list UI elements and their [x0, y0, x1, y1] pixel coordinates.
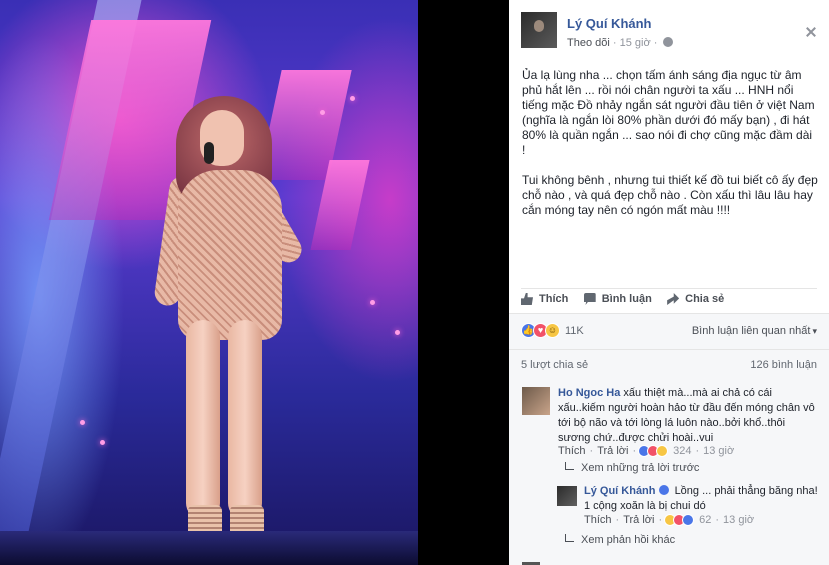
close-icon[interactable] — [805, 26, 817, 38]
comment-text: Ho Ngoc Ha xấu thiệt mà...mà ai chả có c… — [558, 386, 820, 446]
share-button[interactable]: Chia sẻ — [667, 293, 724, 305]
reply-reply-link[interactable]: Trả lời — [623, 514, 654, 526]
commenter-avatar[interactable] — [522, 387, 550, 415]
share-count[interactable]: 5 lượt chia sẻ — [521, 359, 588, 371]
sort-label: Bình luận liên quan nhất — [691, 325, 811, 337]
separator: · — [658, 514, 663, 526]
sparkle — [80, 420, 85, 425]
post-header: Lý Quí Khánh Theo dõi · 15 giờ · — [521, 12, 821, 54]
post-actions: Thích Bình luận Chia sẻ — [521, 288, 817, 312]
microphone-icon — [204, 142, 214, 164]
reply-meta: Thích · Trả lời · 62 · 13 giờ — [584, 514, 754, 526]
thumbs-up-icon — [521, 293, 533, 305]
singer-outfit — [178, 170, 282, 340]
like-reaction-icon — [682, 514, 695, 526]
sparkle — [320, 110, 325, 115]
view-more-replies-link[interactable]: Xem phản hồi khác — [565, 534, 675, 546]
author-avatar[interactable] — [521, 12, 557, 48]
separator: · — [589, 445, 594, 457]
sparkle — [100, 440, 105, 445]
post-time[interactable]: 15 giờ — [620, 37, 651, 49]
comment-like-link[interactable]: Thích — [558, 445, 586, 457]
share-icon — [667, 293, 680, 305]
comment-reaction-count: 324 — [673, 445, 692, 457]
stage-floor — [0, 531, 418, 565]
reactions-summary: 👍 ♥ ☺ 11K Bình luận liên quan nhất ▾ — [509, 313, 829, 349]
comments-section: Ho Ngoc Ha xấu thiệt mà...mà ai chả có c… — [509, 379, 829, 565]
singer-leg — [186, 320, 220, 520]
comment-reactions[interactable] — [638, 445, 669, 457]
haha-reaction-icon — [656, 445, 669, 457]
reply-reactions[interactable] — [664, 514, 695, 526]
comment-count[interactable]: 126 bình luận — [750, 359, 817, 371]
view-earlier-replies-label: Xem những trả lời trước — [581, 462, 700, 474]
reply-author-name[interactable]: Lý Quí Khánh — [584, 485, 656, 497]
like-label: Thích — [539, 293, 569, 305]
separator: · — [715, 514, 720, 526]
comment-button[interactable]: Bình luận — [583, 293, 652, 305]
separator: · — [612, 37, 620, 49]
share-label: Chia sẻ — [685, 293, 725, 305]
sparkle — [395, 330, 400, 335]
avatar-figure — [534, 20, 544, 32]
like-button[interactable]: Thích — [521, 293, 568, 305]
post-photo[interactable] — [0, 0, 418, 565]
comment-reply-link[interactable]: Trả lời — [597, 445, 628, 457]
comment-icon — [583, 293, 596, 305]
follow-button[interactable]: Theo dõi — [567, 37, 610, 49]
comment-sort-dropdown[interactable]: Bình luận liên quan nhất ▾ — [692, 325, 817, 337]
reactions-bar[interactable]: 👍 ♥ ☺ 11K — [521, 323, 584, 338]
reply-text: Lý Quí Khánh Lồng ... phải thẳng băng nh… — [584, 484, 820, 514]
post-paragraph: Ủa lạ lùng nha ... chọn tấm ánh sáng địa… — [522, 68, 815, 157]
reply-time[interactable]: 13 giờ — [723, 514, 754, 526]
sparkle — [370, 300, 375, 305]
singer-leg — [228, 320, 262, 520]
globe-icon — [663, 37, 674, 47]
sparkle — [350, 96, 355, 101]
separator: · — [695, 445, 700, 457]
separator: · — [653, 37, 661, 49]
chevron-down-icon: ▾ — [812, 326, 817, 336]
verified-icon — [658, 485, 669, 495]
post-panel: Lý Quí Khánh Theo dõi · 15 giờ · Ủa lạ l… — [509, 0, 829, 565]
post-paragraph: Tui không bênh , nhưng tui thiết kế đồ t… — [522, 173, 818, 217]
reply-avatar[interactable] — [557, 486, 577, 506]
reply-reaction-count: 62 — [699, 514, 712, 526]
view-more-replies-label: Xem phản hồi khác — [581, 534, 676, 546]
comment-time[interactable]: 13 giờ — [703, 445, 734, 457]
haha-reaction-icon: ☺ — [545, 323, 560, 338]
reply-arrow-icon — [565, 462, 574, 470]
view-earlier-replies-link[interactable]: Xem những trả lời trước — [565, 462, 699, 474]
post-counts: 5 lượt chia sẻ 126 bình luận — [509, 349, 829, 379]
author-name[interactable]: Lý Quí Khánh — [567, 16, 652, 31]
comment-meta: Thích · Trả lời · 324 · 13 giờ — [558, 445, 734, 457]
post-meta: Theo dõi · 15 giờ · — [567, 37, 674, 49]
separator: · — [632, 445, 637, 457]
reaction-count: 11K — [565, 324, 584, 337]
reply-arrow-icon — [565, 534, 574, 542]
reply-like-link[interactable]: Thích — [584, 514, 612, 526]
commenter-name[interactable]: Ho Ngoc Ha — [558, 387, 620, 399]
comment-label: Bình luận — [601, 293, 652, 305]
post-body: Ủa lạ lùng nha ... chọn tấm ánh sáng địa… — [522, 68, 818, 233]
separator: · — [615, 514, 620, 526]
